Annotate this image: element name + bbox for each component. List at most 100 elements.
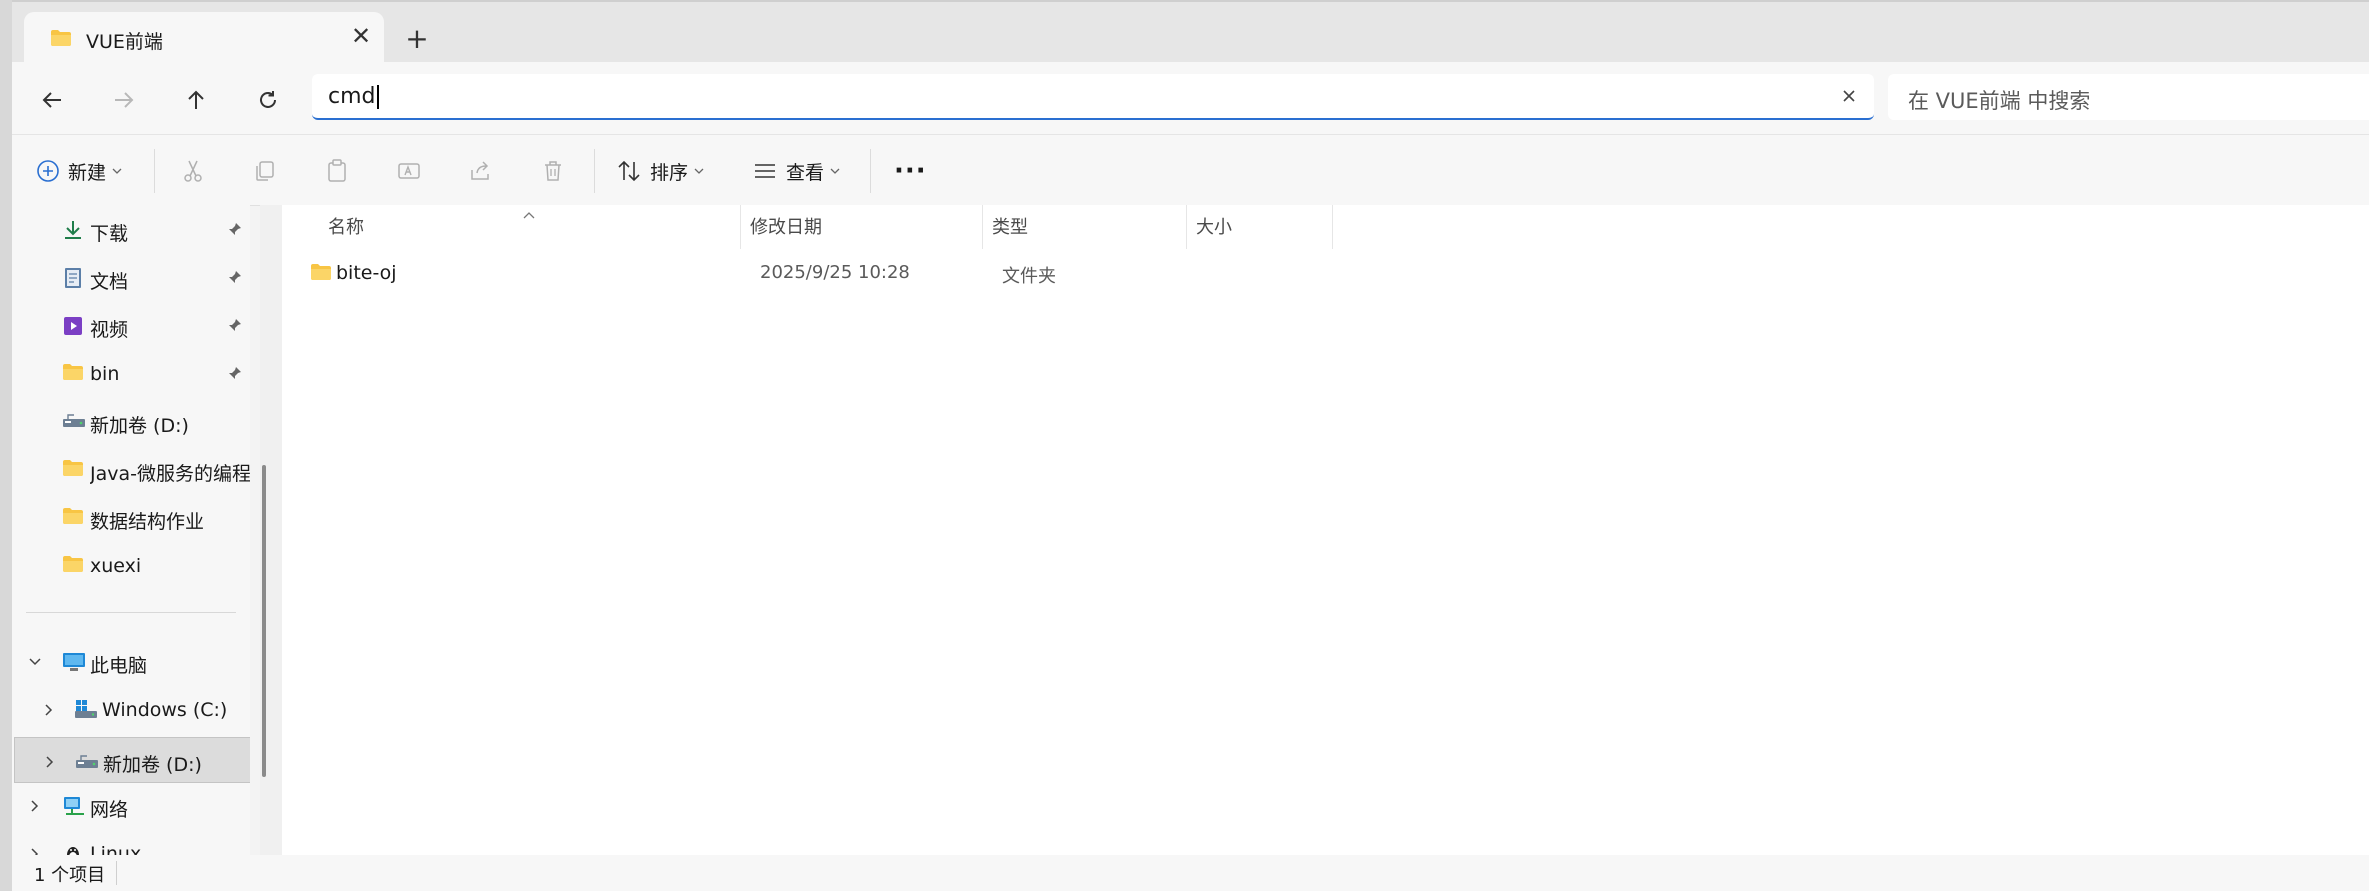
new-tab-button[interactable]: + [402,24,432,54]
chevron-right-icon[interactable] [43,754,57,773]
folder-icon [310,263,332,285]
toolbar-divider [594,149,595,193]
toolbar-divider [870,149,871,193]
document-icon [62,267,84,289]
chevron-down-icon[interactable] [28,654,42,673]
view-label: 查看 [786,161,825,184]
arrow-right-icon [115,92,134,108]
item-count: 1 个项目 [34,865,106,886]
video-icon [62,315,84,337]
sidebar-item-label: xuexi [90,555,142,577]
folder-icon [50,29,72,51]
sidebar-item-label: 数据结构作业 [90,511,205,533]
status-bar: 1 个项目 [12,855,2369,891]
back-button[interactable] [36,84,68,116]
sidebar-item-data-structures[interactable]: 数据结构作业 [12,497,250,537]
sidebar-item-java[interactable]: Java-微服务的编程题 [12,449,250,489]
rename-button[interactable] [396,155,422,187]
share-button[interactable] [468,155,494,187]
pin-icon[interactable] [228,221,242,240]
sidebar-item-bin[interactable]: bin [12,353,250,393]
chevron-right-icon[interactable] [42,702,56,721]
sidebar-item-label: bin [90,363,120,385]
status-divider [116,861,117,885]
clear-address-button[interactable] [1838,85,1860,107]
sidebar-item-this-pc[interactable]: 此电脑 [12,641,250,681]
sort-button[interactable]: 排序 [616,155,704,187]
navigation-pane: 下载 文档 视频 bin 新加卷 (D:) Java-微服务的编程 数据结构作业… [12,205,250,855]
sidebar-item-downloads[interactable]: 下载 [12,209,250,249]
column-divider[interactable] [982,205,983,249]
column-divider[interactable] [740,205,741,249]
address-bar[interactable]: cmd [312,74,1874,120]
sidebar-item-label: 下载 [90,223,129,245]
copy-button[interactable] [252,155,278,187]
folder-icon [62,363,84,385]
download-icon [62,219,84,241]
more-options-button[interactable]: ··· [894,155,927,187]
sidebar-item-drive-d-tree[interactable]: 新加卷 (D:) [14,737,250,783]
linux-icon [62,843,84,855]
refresh-button[interactable] [252,84,284,116]
column-header-type[interactable]: 类型 [992,213,1028,239]
copy-icon [256,161,274,181]
search-input[interactable]: 在 VUE前端 中搜索 [1908,85,2090,115]
search-box[interactable]: 在 VUE前端 中搜索 [1888,74,2369,120]
navigation-bar: cmd 在 VUE前端 中搜索 [12,62,2369,134]
column-header-size[interactable]: 大小 [1196,213,1232,239]
folder-icon [62,507,84,529]
sidebar-item-drive-d[interactable]: 新加卷 (D:) [12,401,250,441]
tab-vue[interactable]: VUE前端 ✕ [24,12,384,64]
pin-icon[interactable] [228,365,242,384]
tab-title: VUE前端 [86,31,163,53]
chevron-down-icon [694,168,704,174]
sidebar-scrollbar-thumb[interactable] [262,465,266,777]
tab-bar: VUE前端 ✕ + [12,0,2369,64]
sidebar-item-linux[interactable]: Linux [12,833,250,855]
chevron-right-icon[interactable] [28,798,42,817]
sidebar-item-label: 此电脑 [90,655,148,677]
new-label: 新建 [68,161,107,184]
up-button[interactable] [180,84,212,116]
table-row[interactable]: bite-oj 2025/9/25 10:28 文件夹 [298,253,1498,293]
cut-button[interactable] [180,155,206,187]
paste-button[interactable] [324,155,350,187]
paste-icon [328,159,346,182]
plus-circle-icon [37,160,59,182]
drive-icon [75,752,98,774]
sidebar-item-windows-c[interactable]: Windows (C:) [12,689,250,729]
sidebar-item-documents[interactable]: 文档 [12,257,250,297]
view-list-icon [755,164,775,178]
rename-icon [398,163,420,179]
forward-button[interactable] [108,84,140,116]
scissors-icon [184,160,202,182]
pin-icon[interactable] [228,317,242,336]
column-header-name[interactable]: 名称 [328,213,364,239]
pin-icon[interactable] [228,269,242,288]
sidebar-item-network[interactable]: 网络 [12,785,250,825]
command-bar: 新建 排序 查看 ··· [12,134,2369,206]
column-divider[interactable] [1332,205,1333,249]
column-divider[interactable] [1186,205,1187,249]
desktop-background [0,0,12,891]
file-name[interactable]: bite-oj [336,262,397,284]
folder-icon [62,459,84,481]
sidebar-item-label: Windows (C:) [102,699,228,721]
computer-icon [62,651,85,673]
sidebar-item-xuexi[interactable]: xuexi [12,545,250,585]
view-button[interactable]: 查看 [752,155,840,187]
address-input[interactable]: cmd [328,84,379,109]
arrow-up-icon [188,90,204,109]
close-tab-button[interactable]: ✕ [349,24,373,48]
new-button[interactable]: 新建 [36,155,122,187]
column-header-date[interactable]: 修改日期 [750,213,822,239]
windows-drive-icon [74,699,97,721]
sidebar-item-label: Java-微服务的编程题 [90,463,250,485]
file-date: 2025/9/25 10:28 [760,262,910,283]
sidebar-item-label: 网络 [90,799,129,821]
chevron-right-icon[interactable] [28,846,42,855]
sidebar-item-videos[interactable]: 视频 [12,305,250,345]
chevron-down-icon [830,168,840,174]
delete-button[interactable] [540,155,566,187]
arrow-left-icon [42,92,61,108]
